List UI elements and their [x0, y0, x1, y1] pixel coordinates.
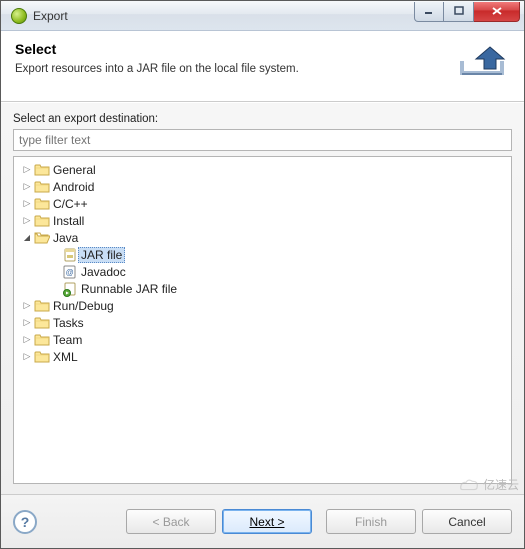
tree-item-java[interactable]: ◢ Java — [16, 229, 509, 246]
chevron-right-icon[interactable]: ▷ — [20, 317, 34, 328]
header-subtitle: Export resources into a JAR file on the … — [15, 63, 446, 75]
javadoc-icon — [62, 264, 78, 280]
tree-item-label: Android — [53, 180, 94, 194]
tree-item-run-debug[interactable]: ▷ Run/Debug — [16, 297, 509, 314]
chevron-right-icon[interactable]: ▷ — [20, 181, 34, 192]
maximize-button[interactable] — [444, 2, 474, 22]
tree-item-jar-file[interactable]: JAR file — [16, 246, 509, 263]
window-controls — [414, 2, 520, 22]
tree-item-label: Java — [53, 231, 78, 245]
tree-item-javadoc[interactable]: Javadoc — [16, 263, 509, 280]
chevron-right-icon[interactable]: ▷ — [20, 300, 34, 311]
finish-button[interactable]: Finish — [326, 509, 416, 534]
close-button[interactable] — [474, 2, 520, 22]
folder-icon — [34, 349, 50, 365]
folder-icon — [34, 179, 50, 195]
tree-item-label: Javadoc — [81, 265, 126, 279]
tree-item-label: Run/Debug — [53, 299, 114, 313]
chevron-right-icon[interactable]: ▷ — [20, 351, 34, 362]
back-button[interactable]: < Back — [126, 509, 216, 534]
tree-item-install[interactable]: ▷ Install — [16, 212, 509, 229]
tree-item-label: C/C++ — [53, 197, 88, 211]
window-title: Export — [33, 9, 414, 23]
tree-item-label: General — [53, 163, 96, 177]
chevron-right-icon[interactable]: ▷ — [20, 334, 34, 345]
export-tree[interactable]: ▷ General ▷ Android ▷ C/C++ ▷ Install ◢ JavaJAR f… — [13, 156, 512, 484]
folder-icon — [34, 196, 50, 212]
run-jar-icon — [62, 281, 78, 297]
chevron-right-icon[interactable]: ▷ — [20, 198, 34, 209]
help-button[interactable]: ? — [13, 510, 37, 534]
tree-item-label: JAR file — [78, 247, 125, 263]
chevron-down-icon[interactable]: ◢ — [20, 233, 34, 242]
tree-item-xml[interactable]: ▷ XML — [16, 348, 509, 365]
folder-icon — [34, 298, 50, 314]
export-banner-icon — [454, 41, 510, 89]
minimize-button[interactable] — [414, 2, 444, 22]
tree-item-team[interactable]: ▷ Team — [16, 331, 509, 348]
wizard-body: Select an export destination: ▷ General ▷ A… — [1, 102, 524, 494]
tree-item-label: Team — [53, 333, 82, 347]
tree-item-runnable-jar-file[interactable]: Runnable JAR file — [16, 280, 509, 297]
wizard-header: Select Export resources into a JAR file … — [1, 31, 524, 102]
tree-item-general[interactable]: ▷ General — [16, 161, 509, 178]
folder-icon — [34, 315, 50, 331]
header-title: Select — [15, 41, 446, 57]
chevron-right-icon[interactable]: ▷ — [20, 215, 34, 226]
jar-icon — [62, 247, 78, 263]
folder-open-icon — [34, 230, 50, 246]
folder-icon — [34, 332, 50, 348]
tree-item-label: Tasks — [53, 316, 84, 330]
folder-icon — [34, 213, 50, 229]
filter-input[interactable] — [13, 129, 512, 151]
tree-item-c-c-[interactable]: ▷ C/C++ — [16, 195, 509, 212]
titlebar: Export — [1, 1, 524, 31]
tree-item-label: Runnable JAR file — [81, 282, 177, 296]
export-dialog: Export Select Export resources into a JA… — [0, 0, 525, 549]
tree-item-tasks[interactable]: ▷ Tasks — [16, 314, 509, 331]
chevron-right-icon[interactable]: ▷ — [20, 164, 34, 175]
instruction-label: Select an export destination: — [13, 113, 512, 125]
next-button[interactable]: Next > — [222, 509, 312, 534]
folder-icon — [34, 162, 50, 178]
app-icon — [11, 8, 27, 24]
cancel-button[interactable]: Cancel — [422, 509, 512, 534]
tree-item-label: XML — [53, 350, 78, 364]
tree-item-android[interactable]: ▷ Android — [16, 178, 509, 195]
tree-item-label: Install — [53, 214, 84, 228]
wizard-footer: ? < Back Next > Finish Cancel — [1, 494, 524, 548]
